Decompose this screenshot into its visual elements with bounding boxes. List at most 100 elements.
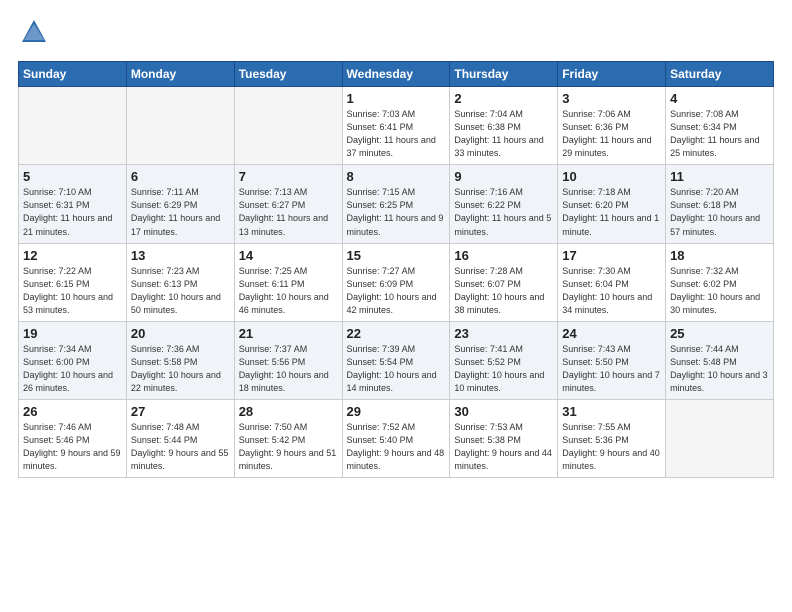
day-info: Sunrise: 7:41 AMSunset: 5:52 PMDaylight:… xyxy=(454,344,544,393)
day-info: Sunrise: 7:15 AMSunset: 6:25 PMDaylight:… xyxy=(347,187,444,236)
calendar-day-cell: 27 Sunrise: 7:48 AMSunset: 5:44 PMDaylig… xyxy=(126,399,234,477)
day-number: 17 xyxy=(562,248,661,263)
day-number: 22 xyxy=(347,326,446,341)
day-number: 30 xyxy=(454,404,553,419)
day-info: Sunrise: 7:08 AMSunset: 6:34 PMDaylight:… xyxy=(670,109,759,158)
day-number: 2 xyxy=(454,91,553,106)
calendar-week-row: 26 Sunrise: 7:46 AMSunset: 5:46 PMDaylig… xyxy=(19,399,774,477)
calendar-day-header: Thursday xyxy=(450,62,558,87)
day-number: 5 xyxy=(23,169,122,184)
day-info: Sunrise: 7:46 AMSunset: 5:46 PMDaylight:… xyxy=(23,422,121,471)
day-number: 7 xyxy=(239,169,338,184)
day-info: Sunrise: 7:10 AMSunset: 6:31 PMDaylight:… xyxy=(23,187,112,236)
calendar-day-header: Tuesday xyxy=(234,62,342,87)
calendar-week-row: 19 Sunrise: 7:34 AMSunset: 6:00 PMDaylig… xyxy=(19,321,774,399)
calendar-day-cell: 9 Sunrise: 7:16 AMSunset: 6:22 PMDayligh… xyxy=(450,165,558,243)
day-number: 9 xyxy=(454,169,553,184)
day-number: 12 xyxy=(23,248,122,263)
calendar-day-cell: 31 Sunrise: 7:55 AMSunset: 5:36 PMDaylig… xyxy=(558,399,666,477)
day-number: 10 xyxy=(562,169,661,184)
day-info: Sunrise: 7:28 AMSunset: 6:07 PMDaylight:… xyxy=(454,266,544,315)
day-number: 31 xyxy=(562,404,661,419)
day-info: Sunrise: 7:20 AMSunset: 6:18 PMDaylight:… xyxy=(670,187,760,236)
calendar-day-cell xyxy=(19,87,127,165)
calendar-day-cell: 30 Sunrise: 7:53 AMSunset: 5:38 PMDaylig… xyxy=(450,399,558,477)
calendar-day-header: Sunday xyxy=(19,62,127,87)
calendar-day-cell: 10 Sunrise: 7:18 AMSunset: 6:20 PMDaylig… xyxy=(558,165,666,243)
logo-icon xyxy=(20,18,48,46)
day-info: Sunrise: 7:25 AMSunset: 6:11 PMDaylight:… xyxy=(239,266,329,315)
calendar-day-header: Friday xyxy=(558,62,666,87)
day-info: Sunrise: 7:34 AMSunset: 6:00 PMDaylight:… xyxy=(23,344,113,393)
calendar-day-cell: 23 Sunrise: 7:41 AMSunset: 5:52 PMDaylig… xyxy=(450,321,558,399)
day-info: Sunrise: 7:36 AMSunset: 5:58 PMDaylight:… xyxy=(131,344,221,393)
calendar-day-cell: 7 Sunrise: 7:13 AMSunset: 6:27 PMDayligh… xyxy=(234,165,342,243)
day-info: Sunrise: 7:06 AMSunset: 6:36 PMDaylight:… xyxy=(562,109,651,158)
calendar-day-cell: 14 Sunrise: 7:25 AMSunset: 6:11 PMDaylig… xyxy=(234,243,342,321)
calendar-day-cell: 15 Sunrise: 7:27 AMSunset: 6:09 PMDaylig… xyxy=(342,243,450,321)
calendar-day-cell: 22 Sunrise: 7:39 AMSunset: 5:54 PMDaylig… xyxy=(342,321,450,399)
calendar-day-cell: 6 Sunrise: 7:11 AMSunset: 6:29 PMDayligh… xyxy=(126,165,234,243)
calendar-day-cell: 11 Sunrise: 7:20 AMSunset: 6:18 PMDaylig… xyxy=(666,165,774,243)
day-number: 29 xyxy=(347,404,446,419)
page: SundayMondayTuesdayWednesdayThursdayFrid… xyxy=(0,0,792,612)
calendar-table: SundayMondayTuesdayWednesdayThursdayFrid… xyxy=(18,61,774,478)
day-number: 28 xyxy=(239,404,338,419)
calendar-day-cell: 13 Sunrise: 7:23 AMSunset: 6:13 PMDaylig… xyxy=(126,243,234,321)
day-info: Sunrise: 7:53 AMSunset: 5:38 PMDaylight:… xyxy=(454,422,552,471)
calendar-day-cell: 24 Sunrise: 7:43 AMSunset: 5:50 PMDaylig… xyxy=(558,321,666,399)
calendar-day-cell: 25 Sunrise: 7:44 AMSunset: 5:48 PMDaylig… xyxy=(666,321,774,399)
calendar-week-row: 12 Sunrise: 7:22 AMSunset: 6:15 PMDaylig… xyxy=(19,243,774,321)
day-info: Sunrise: 7:04 AMSunset: 6:38 PMDaylight:… xyxy=(454,109,543,158)
day-number: 6 xyxy=(131,169,230,184)
day-info: Sunrise: 7:23 AMSunset: 6:13 PMDaylight:… xyxy=(131,266,221,315)
day-number: 16 xyxy=(454,248,553,263)
calendar-day-cell: 1 Sunrise: 7:03 AMSunset: 6:41 PMDayligh… xyxy=(342,87,450,165)
calendar-day-cell: 26 Sunrise: 7:46 AMSunset: 5:46 PMDaylig… xyxy=(19,399,127,477)
day-number: 8 xyxy=(347,169,446,184)
day-number: 27 xyxy=(131,404,230,419)
day-info: Sunrise: 7:43 AMSunset: 5:50 PMDaylight:… xyxy=(562,344,660,393)
calendar-day-cell xyxy=(666,399,774,477)
day-info: Sunrise: 7:32 AMSunset: 6:02 PMDaylight:… xyxy=(670,266,760,315)
calendar-day-cell: 8 Sunrise: 7:15 AMSunset: 6:25 PMDayligh… xyxy=(342,165,450,243)
calendar-header-row: SundayMondayTuesdayWednesdayThursdayFrid… xyxy=(19,62,774,87)
day-info: Sunrise: 7:30 AMSunset: 6:04 PMDaylight:… xyxy=(562,266,652,315)
day-info: Sunrise: 7:13 AMSunset: 6:27 PMDaylight:… xyxy=(239,187,328,236)
day-number: 15 xyxy=(347,248,446,263)
calendar-day-cell: 29 Sunrise: 7:52 AMSunset: 5:40 PMDaylig… xyxy=(342,399,450,477)
calendar-day-cell: 17 Sunrise: 7:30 AMSunset: 6:04 PMDaylig… xyxy=(558,243,666,321)
calendar-day-header: Monday xyxy=(126,62,234,87)
calendar-day-header: Saturday xyxy=(666,62,774,87)
calendar-day-cell: 28 Sunrise: 7:50 AMSunset: 5:42 PMDaylig… xyxy=(234,399,342,477)
calendar-day-cell: 3 Sunrise: 7:06 AMSunset: 6:36 PMDayligh… xyxy=(558,87,666,165)
calendar-week-row: 5 Sunrise: 7:10 AMSunset: 6:31 PMDayligh… xyxy=(19,165,774,243)
calendar-day-cell: 4 Sunrise: 7:08 AMSunset: 6:34 PMDayligh… xyxy=(666,87,774,165)
day-info: Sunrise: 7:44 AMSunset: 5:48 PMDaylight:… xyxy=(670,344,768,393)
day-number: 4 xyxy=(670,91,769,106)
day-number: 18 xyxy=(670,248,769,263)
day-info: Sunrise: 7:55 AMSunset: 5:36 PMDaylight:… xyxy=(562,422,660,471)
day-info: Sunrise: 7:37 AMSunset: 5:56 PMDaylight:… xyxy=(239,344,329,393)
calendar-day-cell: 2 Sunrise: 7:04 AMSunset: 6:38 PMDayligh… xyxy=(450,87,558,165)
calendar-day-cell xyxy=(234,87,342,165)
day-number: 1 xyxy=(347,91,446,106)
header xyxy=(18,18,774,51)
calendar-week-row: 1 Sunrise: 7:03 AMSunset: 6:41 PMDayligh… xyxy=(19,87,774,165)
calendar-day-cell: 5 Sunrise: 7:10 AMSunset: 6:31 PMDayligh… xyxy=(19,165,127,243)
day-number: 23 xyxy=(454,326,553,341)
day-number: 3 xyxy=(562,91,661,106)
day-number: 25 xyxy=(670,326,769,341)
day-info: Sunrise: 7:11 AMSunset: 6:29 PMDaylight:… xyxy=(131,187,220,236)
day-number: 21 xyxy=(239,326,338,341)
calendar-day-cell xyxy=(126,87,234,165)
calendar-day-cell: 16 Sunrise: 7:28 AMSunset: 6:07 PMDaylig… xyxy=(450,243,558,321)
day-number: 11 xyxy=(670,169,769,184)
day-info: Sunrise: 7:39 AMSunset: 5:54 PMDaylight:… xyxy=(347,344,437,393)
day-number: 14 xyxy=(239,248,338,263)
day-info: Sunrise: 7:03 AMSunset: 6:41 PMDaylight:… xyxy=(347,109,436,158)
calendar-day-cell: 12 Sunrise: 7:22 AMSunset: 6:15 PMDaylig… xyxy=(19,243,127,321)
calendar-day-cell: 20 Sunrise: 7:36 AMSunset: 5:58 PMDaylig… xyxy=(126,321,234,399)
day-info: Sunrise: 7:16 AMSunset: 6:22 PMDaylight:… xyxy=(454,187,551,236)
day-number: 13 xyxy=(131,248,230,263)
